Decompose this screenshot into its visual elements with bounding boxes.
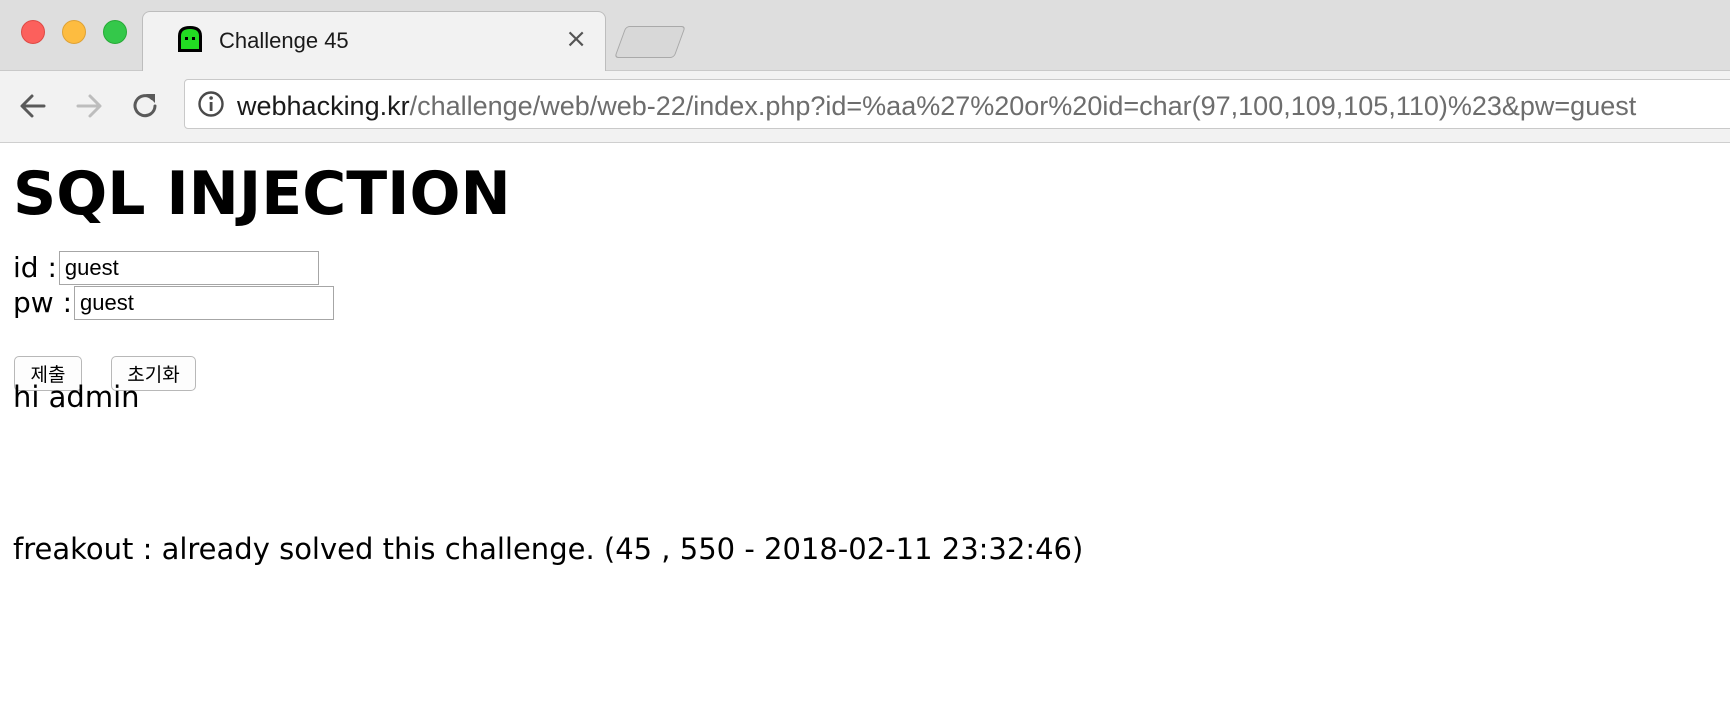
id-label: id :: [13, 251, 57, 284]
pw-label: pw :: [13, 286, 73, 319]
window-minimize-button[interactable]: [62, 20, 86, 44]
pw-input[interactable]: [74, 286, 335, 320]
page-title: SQL INJECTION: [13, 159, 511, 229]
url-host: webhacking.kr: [237, 91, 410, 121]
url-path: /challenge/web/web-22/index.php?id=%aa%2…: [409, 91, 1637, 121]
id-row: id :: [13, 251, 319, 285]
ghost-favicon-icon: [178, 26, 202, 52]
tab-strip: Challenge 45 ×: [0, 0, 1730, 72]
tab-close-icon[interactable]: ×: [565, 24, 587, 54]
url-text: webhacking.kr/challenge/web/web-22/index…: [237, 91, 1636, 122]
address-bar[interactable]: webhacking.kr/challenge/web/web-22/index…: [184, 79, 1730, 129]
id-input[interactable]: [58, 251, 319, 285]
greeting-text: hi admin: [13, 380, 140, 414]
back-arrow-icon[interactable]: [16, 89, 50, 123]
window-zoom-button[interactable]: [103, 20, 127, 44]
forward-arrow-icon[interactable]: [72, 89, 106, 123]
pw-row: pw :: [13, 286, 335, 320]
new-tab-button[interactable]: [614, 26, 686, 58]
window-close-button[interactable]: [21, 20, 45, 44]
info-icon[interactable]: [197, 90, 225, 118]
page-content: SQL INJECTION id : pw : 제출 초기화 hi admin …: [0, 143, 1730, 720]
browser-toolbar: webhacking.kr/challenge/web/web-22/index…: [0, 71, 1730, 143]
tab-title: Challenge 45: [219, 28, 349, 53]
solved-notice: freakout : already solved this challenge…: [13, 532, 1084, 566]
tab-active[interactable]: Challenge 45 ×: [142, 11, 606, 72]
reload-icon[interactable]: [128, 89, 162, 123]
